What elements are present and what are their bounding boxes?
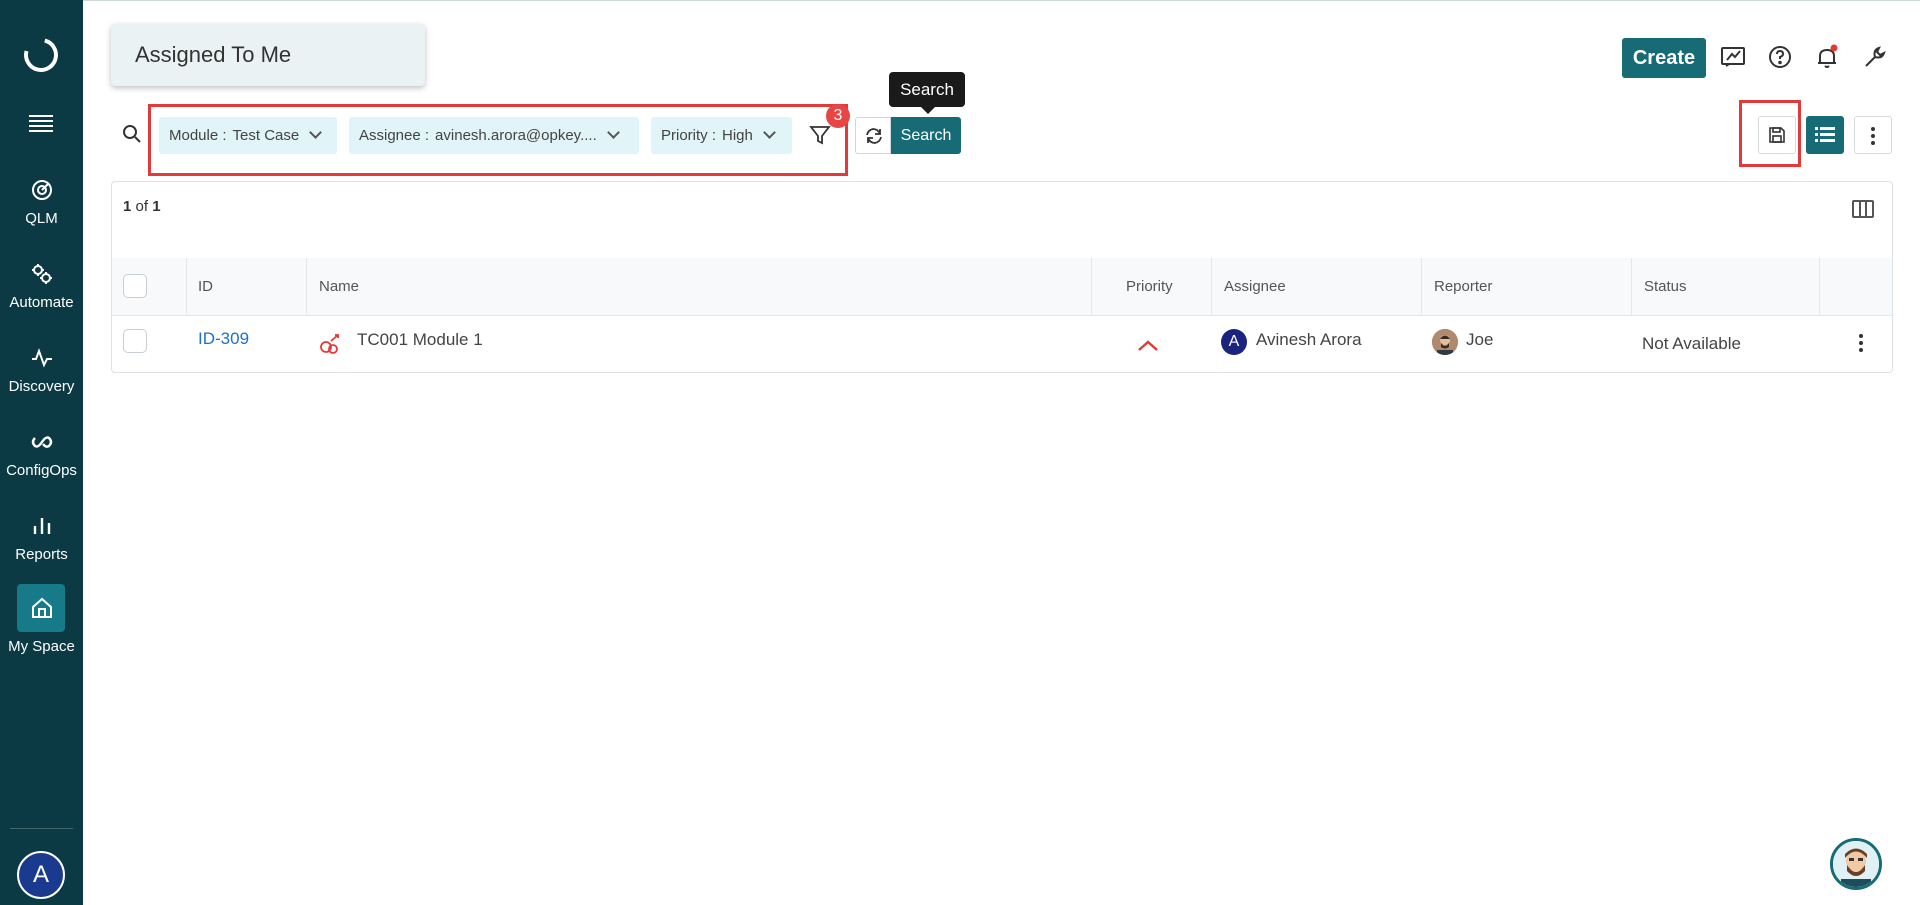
column-separator (1631, 258, 1632, 316)
column-header-name[interactable]: Name (319, 278, 359, 295)
kebab-dot (1871, 127, 1875, 131)
assistant-bot-button[interactable] (1830, 838, 1882, 890)
sidebar-item-my-space[interactable]: My Space (0, 596, 83, 666)
person-avatar-icon (1432, 329, 1458, 355)
infinity-icon (31, 436, 52, 448)
column-separator (306, 258, 307, 316)
id-number: 309 (220, 329, 250, 348)
column-separator (1421, 258, 1422, 316)
sidebar-item-qlm[interactable]: QLM (0, 178, 83, 248)
sidebar-item-label: Automate (9, 294, 74, 311)
priority-high-chevron-icon (1138, 340, 1158, 351)
user-avatar[interactable]: A (17, 851, 65, 899)
page-total: 1 (152, 198, 161, 215)
search-icon[interactable] (122, 124, 142, 144)
column-header-status[interactable]: Status (1644, 278, 1687, 295)
filter-value: avinesh.arora@opkey.... (435, 127, 597, 144)
sidebar-item-automate[interactable]: Automate (0, 262, 83, 332)
sidebar-item-discovery[interactable]: Discovery (0, 346, 83, 416)
row-status: Not Available (1642, 334, 1741, 353)
notification-bell-icon[interactable] (1814, 44, 1840, 70)
refresh-button[interactable] (855, 117, 891, 154)
pulse-icon (31, 348, 52, 368)
row-more-options-button[interactable] (1852, 334, 1870, 354)
id-prefix: ID- (198, 329, 221, 348)
home-icon (31, 597, 52, 618)
row-assignee: Avinesh Arora (1256, 330, 1362, 349)
chevron-down-icon (606, 126, 620, 139)
top-border (0, 0, 1920, 1)
list-view-button[interactable] (1806, 116, 1844, 154)
filter-funnel-icon[interactable] (808, 123, 832, 147)
kebab-dot (1871, 141, 1875, 145)
pagination-count: 1 of 1 (123, 198, 161, 215)
page-current: 1 (123, 198, 132, 215)
filter-value: Test Case (232, 127, 300, 144)
sidebar-item-label: Discovery (8, 378, 75, 395)
app-logo-icon[interactable] (17, 31, 65, 79)
filter-value: High (722, 127, 753, 144)
sidebar-item-label: Reports (15, 546, 68, 563)
column-header-id[interactable]: ID (198, 278, 213, 295)
sidebar-item-configops[interactable]: ConfigOps (0, 430, 83, 500)
kebab-dot (1859, 341, 1863, 345)
target-icon (31, 180, 52, 200)
gears-icon (31, 264, 52, 284)
kebab-dot (1859, 334, 1863, 338)
bar-chart-icon (33, 518, 50, 534)
chevron-down-icon (763, 126, 776, 139)
more-options-button[interactable] (1854, 116, 1892, 154)
kebab-dot (1871, 134, 1875, 138)
table-header (112, 258, 1892, 316)
row-id-link[interactable]: ID-309 (198, 329, 249, 349)
sidebar-item-label: ConfigOps (6, 462, 77, 479)
refresh-icon (866, 128, 882, 144)
search-button[interactable]: Search (891, 117, 961, 154)
sidebar: QLM Automate Discovery ConfigOps Reports… (0, 0, 83, 905)
filter-key: Module : (169, 127, 227, 144)
list-icon (1815, 127, 1835, 142)
select-all-checkbox[interactable] (123, 274, 147, 298)
column-header-assignee[interactable]: Assignee (1224, 278, 1286, 295)
filter-key: Priority : (661, 127, 717, 144)
filter-count-badge: 3 (826, 104, 850, 128)
chevron-down-icon (309, 126, 323, 139)
row-name[interactable]: TC001 Module 1 (357, 330, 483, 350)
help-icon[interactable] (1767, 44, 1793, 70)
create-button[interactable]: Create (1622, 38, 1706, 78)
column-settings-icon[interactable] (1852, 200, 1874, 218)
column-separator (1091, 258, 1092, 316)
sidebar-item-label: QLM (25, 210, 58, 227)
save-icon (1769, 127, 1785, 143)
row-reporter: Joe (1466, 330, 1494, 349)
column-separator (1819, 258, 1820, 316)
filter-chip-module[interactable]: Module : Test Case (159, 117, 337, 154)
kebab-dot (1859, 348, 1863, 352)
test-case-icon (320, 334, 339, 354)
search-tooltip: Search (889, 72, 965, 114)
column-separator (186, 258, 187, 316)
sidebar-item-label: My Space (8, 638, 75, 655)
sidebar-divider (10, 828, 73, 829)
page-title[interactable]: Assigned To Me (111, 24, 425, 86)
row-checkbox[interactable] (123, 329, 147, 353)
save-view-button[interactable] (1758, 116, 1796, 154)
column-separator (1211, 258, 1212, 316)
bot-avatar-icon (1833, 841, 1879, 887)
reporter-avatar (1432, 329, 1458, 355)
page-of: of (135, 198, 149, 215)
filter-chip-assignee[interactable]: Assignee : avinesh.arora@opkey.... (349, 117, 639, 154)
feedback-icon[interactable] (1720, 44, 1746, 70)
filter-key: Assignee : (359, 127, 430, 144)
filter-chip-priority[interactable]: Priority : High (651, 117, 792, 154)
hamburger-menu-icon[interactable] (29, 115, 53, 132)
sidebar-item-reports[interactable]: Reports (0, 514, 83, 584)
wrench-icon[interactable] (1862, 44, 1888, 70)
assignee-avatar: A (1221, 329, 1247, 355)
column-header-priority[interactable]: Priority (1126, 278, 1173, 295)
column-header-reporter[interactable]: Reporter (1434, 278, 1492, 295)
